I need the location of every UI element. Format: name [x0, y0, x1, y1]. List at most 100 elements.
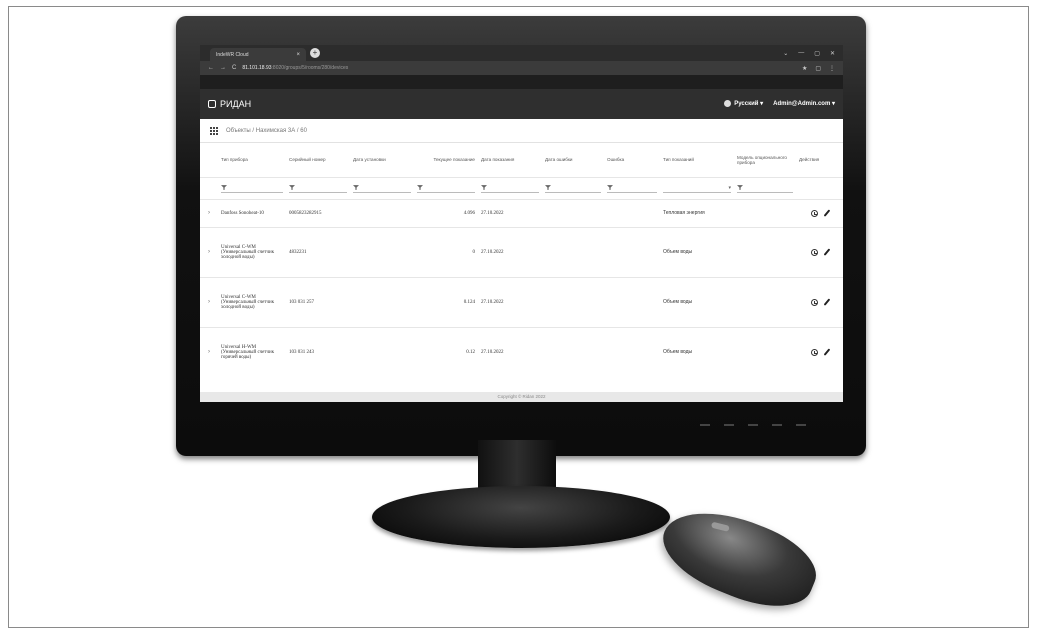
filter-install-date[interactable] [350, 176, 414, 199]
brand-name: РИДАН [220, 99, 252, 109]
filter-icon [289, 185, 295, 190]
url-input[interactable]: 81.101.18.93:8020/groups/5/rooms/280/dev… [242, 65, 348, 71]
cell-install-date [350, 198, 414, 227]
column-header[interactable]: Ошибка [604, 143, 660, 177]
filter-icon [221, 185, 227, 190]
column-header[interactable]: Дата ошибки [542, 143, 604, 177]
cell-serial: 0005823282915 [286, 198, 350, 227]
cell-model [734, 198, 796, 227]
mouse-wheel [710, 521, 730, 532]
edit-icon[interactable] [823, 209, 831, 217]
cell-reading-type: Тепловая энергия [660, 198, 734, 227]
filter-error-date[interactable] [542, 176, 604, 199]
column-header[interactable]: Текущее показание [414, 143, 478, 177]
close-window-icon[interactable]: ✕ [830, 50, 835, 57]
cell-error-date [542, 326, 604, 377]
profile-icon[interactable]: ▢ [815, 65, 821, 72]
cell-actions [796, 226, 843, 277]
breadcrumb[interactable]: Объекты / Нахимская 3А / 60 [226, 128, 307, 134]
table-row[interactable]: › Universal H-WM (Универсальный счетчик … [200, 326, 843, 377]
cell-read-date: 27.10.2022 [478, 198, 542, 227]
cell-error-date [542, 226, 604, 277]
app-logo[interactable]: РИДАН [208, 99, 251, 109]
filter-value[interactable] [414, 176, 478, 199]
filter-device[interactable] [218, 176, 286, 199]
column-header[interactable]: Дата показания [478, 143, 542, 177]
expand-row-icon[interactable]: › [200, 226, 218, 277]
table-row[interactable]: › Danfoss Sonoheat-10 0005823282915 4.09… [200, 198, 843, 227]
expand-row-icon[interactable]: › [200, 326, 218, 377]
cell-reading-type: Объем воды [660, 326, 734, 377]
filter-spacer [200, 176, 218, 199]
cell-install-date [350, 326, 414, 377]
column-header[interactable]: Модель опционального прибора [734, 143, 796, 177]
user-menu[interactable]: Admin@Admin.com ▾ [773, 100, 835, 107]
monitor-buttons [700, 424, 806, 426]
minimize-icon[interactable]: — [798, 50, 804, 57]
history-icon[interactable] [811, 348, 819, 356]
reload-icon[interactable]: C [232, 65, 236, 71]
cell-value: 4.096 [414, 198, 478, 227]
cell-model [734, 276, 796, 327]
cell-install-date [350, 226, 414, 277]
menu-icon[interactable]: ⋮ [829, 65, 835, 72]
devices-table: Тип прибора Серийный номер Дата установк… [200, 143, 843, 377]
column-header[interactable]: Серийный номер [286, 143, 350, 177]
filter-icon [353, 185, 359, 190]
cell-error [604, 198, 660, 227]
new-tab-icon[interactable]: + [310, 48, 320, 58]
cell-read-date: 27.10.2022 [478, 226, 542, 277]
edit-icon[interactable] [823, 298, 831, 306]
address-bar: ← → C 81.101.18.93:8020/groups/5/rooms/2… [200, 61, 843, 75]
filter-model[interactable] [734, 176, 796, 199]
cell-error [604, 276, 660, 327]
edit-icon[interactable] [823, 348, 831, 356]
cell-value: 0.12 [414, 326, 478, 377]
filter-serial[interactable] [286, 176, 350, 199]
footer: Copyright © Ridan 2022 [200, 392, 843, 402]
filter-reading-type[interactable]: ▾ [660, 176, 734, 199]
history-icon[interactable] [811, 248, 819, 256]
window-controls: ⌄ — ▢ ✕ [783, 50, 843, 57]
cell-device: Danfoss Sonoheat-10 [218, 198, 286, 227]
bookmark-icon[interactable]: ★ [802, 65, 807, 72]
column-header[interactable]: Дата установки [350, 143, 414, 177]
history-icon[interactable] [811, 298, 819, 306]
filter-icon [737, 185, 743, 190]
cell-value: 0.124 [414, 276, 478, 327]
filter-icon [417, 185, 423, 190]
apps-grid-icon[interactable] [210, 126, 218, 135]
cell-read-date: 27.10.2022 [478, 276, 542, 327]
cell-reading-type: Объем воды [660, 226, 734, 277]
cell-device: Universal C-WM (Универсальный счетчик хо… [218, 226, 286, 277]
edit-icon[interactable] [823, 248, 831, 256]
tab-search-icon[interactable]: ⌄ [783, 50, 788, 57]
cell-serial: 4832231 [286, 226, 350, 277]
filter-icon [607, 185, 613, 190]
browser-tab[interactable]: IndeWR Cloud × [210, 48, 306, 61]
expand-row-icon[interactable]: › [200, 198, 218, 227]
breadcrumb-bar: Объекты / Нахимская 3А / 60 [200, 119, 843, 143]
table-row[interactable]: › Universal C-WM (Универсальный счетчик … [200, 226, 843, 277]
table-row[interactable]: › Universal C-WM (Универсальный счетчик … [200, 276, 843, 327]
cell-read-date: 27.10.2022 [478, 326, 542, 377]
cell-serial: 103 031 243 [286, 326, 350, 377]
table-header-row: Тип прибора Серийный номер Дата установк… [200, 143, 843, 177]
cell-error [604, 326, 660, 377]
back-icon[interactable]: ← [208, 65, 214, 71]
tab-close-icon[interactable]: × [296, 52, 300, 58]
expand-row-icon[interactable]: › [200, 276, 218, 327]
cell-serial: 103 031 257 [286, 276, 350, 327]
cell-device: Universal H-WM (Универсальный счетчик го… [218, 326, 286, 377]
column-header[interactable]: Тип прибора [218, 143, 286, 177]
tab-title: IndeWR Cloud [216, 51, 249, 58]
column-header[interactable]: Тип показаний [660, 143, 734, 177]
history-icon[interactable] [811, 209, 819, 217]
maximize-icon[interactable]: ▢ [814, 50, 820, 57]
forward-icon[interactable]: → [220, 65, 226, 71]
language-select[interactable]: Русский ▾ [724, 100, 763, 108]
monitor-stand-base [372, 486, 670, 548]
filter-read-date[interactable] [478, 176, 542, 199]
filter-error[interactable] [604, 176, 660, 199]
cell-error-date [542, 276, 604, 327]
